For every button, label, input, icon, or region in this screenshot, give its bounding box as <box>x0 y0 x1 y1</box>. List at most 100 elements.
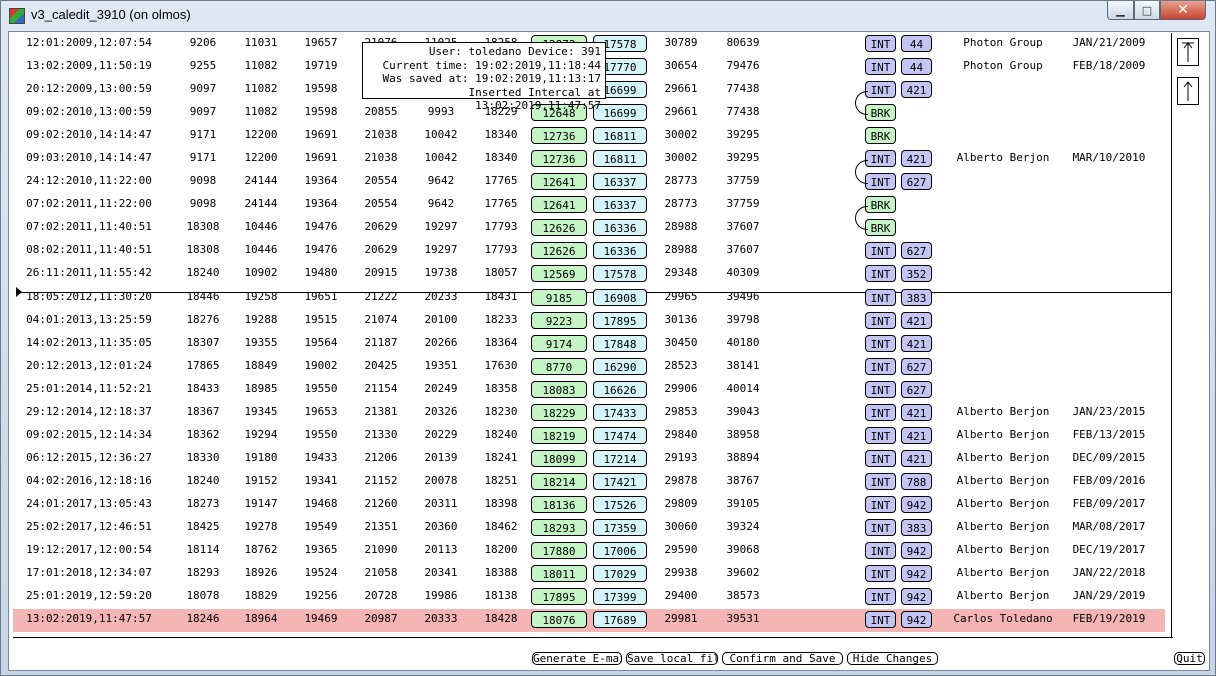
confirm-and-save-button[interactable]: Confirm and Save <box>722 652 843 665</box>
value-cyan-pill[interactable]: 16908 <box>593 289 647 306</box>
value-cyan-pill[interactable]: 17689 <box>593 611 647 628</box>
table-row[interactable]: 04:02:2016,12:18:16 18240 19152 19341 21152 2… <box>13 471 1165 494</box>
value-cyan-pill[interactable]: 16290 <box>593 358 647 375</box>
intercal-badge[interactable]: INT <box>865 35 896 52</box>
value-cyan-pill[interactable]: 17474 <box>593 427 647 444</box>
device-number-badge[interactable]: 383 <box>901 519 932 536</box>
value-cyan-pill[interactable]: 16337 <box>593 173 647 190</box>
intercal-badge[interactable]: INT <box>865 473 896 490</box>
break-badge[interactable]: BRK <box>865 127 896 144</box>
intercal-badge[interactable]: INT <box>865 519 896 536</box>
scroll-up-button[interactable] <box>1177 77 1199 105</box>
intercal-badge[interactable]: INT <box>865 542 896 559</box>
value-green-pill[interactable]: 12641 <box>531 173 587 190</box>
device-number-badge[interactable]: 942 <box>901 611 932 628</box>
table-row[interactable]: 17:01:2018,12:34:07 18293 18926 19524 21058 2… <box>13 563 1165 586</box>
value-cyan-pill[interactable]: 17359 <box>593 519 647 536</box>
value-cyan-pill[interactable]: 17006 <box>593 542 647 559</box>
table-row[interactable]: 18:05:2012,11:30:20 18446 19258 19651 21222 2… <box>13 287 1165 310</box>
table-row[interactable]: 07:02:2011,11:22:00 9098 24144 19364 20554 96… <box>13 194 1165 217</box>
value-green-pill[interactable]: 12626 <box>531 242 587 259</box>
device-number-badge[interactable]: 421 <box>901 335 932 352</box>
intercal-badge[interactable]: INT <box>865 81 896 98</box>
value-green-pill[interactable]: 18011 <box>531 565 587 582</box>
value-cyan-pill[interactable]: 17214 <box>593 450 647 467</box>
table-row[interactable]: 06:12:2015,12:36:27 18330 19180 19433 21206 2… <box>13 448 1165 471</box>
intercal-badge[interactable]: INT <box>865 358 896 375</box>
save-local-file-button[interactable]: Save local file <box>626 652 718 665</box>
break-badge[interactable]: BRK <box>865 196 896 213</box>
value-green-pill[interactable]: 12641 <box>531 196 587 213</box>
value-green-pill[interactable]: 18214 <box>531 473 587 490</box>
intercal-badge[interactable]: INT <box>865 150 896 167</box>
table-row[interactable]: 29:12:2014,12:18:37 18367 19345 19653 21381 2… <box>13 402 1165 425</box>
value-cyan-pill[interactable]: 16626 <box>593 381 647 398</box>
value-green-pill[interactable]: 8770 <box>531 358 587 375</box>
device-number-badge[interactable]: 421 <box>901 404 932 421</box>
device-number-badge[interactable]: 627 <box>901 173 932 190</box>
value-cyan-pill[interactable]: 17848 <box>593 335 647 352</box>
value-cyan-pill[interactable]: 17578 <box>593 265 647 282</box>
table-row[interactable]: 09:03:2010,14:14:47 9171 12200 19691 21038 10… <box>13 148 1165 171</box>
device-number-badge[interactable]: 942 <box>901 542 932 559</box>
device-number-badge[interactable]: 421 <box>901 150 932 167</box>
value-green-pill[interactable]: 18099 <box>531 450 587 467</box>
intercal-badge[interactable]: INT <box>865 173 896 190</box>
value-cyan-pill[interactable]: 16336 <box>593 242 647 259</box>
value-cyan-pill[interactable]: 16811 <box>593 127 647 144</box>
value-green-pill[interactable]: 17880 <box>531 542 587 559</box>
table-row[interactable]: 09:02:2015,12:14:34 18362 19294 19550 21330 2… <box>13 425 1165 448</box>
table-row[interactable]: 26:11:2011,11:55:42 18240 10902 19480 20915 1… <box>13 263 1165 286</box>
table-row[interactable]: 25:02:2017,12:46:51 18425 19278 19549 21351 2… <box>13 517 1165 540</box>
break-badge[interactable]: BRK <box>865 104 896 121</box>
value-cyan-pill[interactable]: 16811 <box>593 150 647 167</box>
device-number-badge[interactable]: 627 <box>901 381 932 398</box>
value-cyan-pill[interactable]: 17399 <box>593 588 647 605</box>
value-green-pill[interactable]: 18076 <box>531 611 587 628</box>
table-row[interactable]: 25:01:2019,12:59:20 18078 18829 19256 20728 1… <box>13 586 1165 609</box>
value-green-pill[interactable]: 9174 <box>531 335 587 352</box>
value-green-pill[interactable]: 18219 <box>531 427 587 444</box>
intercal-badge[interactable]: INT <box>865 404 896 421</box>
intercal-badge[interactable]: INT <box>865 496 896 513</box>
device-number-badge[interactable]: 44 <box>901 35 932 52</box>
table-row[interactable]: 07:02:2011,11:40:51 18308 10446 19476 20629 1… <box>13 217 1165 240</box>
intercal-badge[interactable]: INT <box>865 312 896 329</box>
scroll-to-top-button[interactable] <box>1177 38 1199 66</box>
device-number-badge[interactable]: 421 <box>901 427 932 444</box>
table-row[interactable]: 20:12:2013,12:01:24 17865 18849 19002 20425 1… <box>13 356 1165 379</box>
device-number-badge[interactable]: 421 <box>901 450 932 467</box>
value-green-pill[interactable]: 12626 <box>531 219 587 236</box>
value-green-pill[interactable]: 9185 <box>531 289 587 306</box>
quit-button[interactable]: Quit <box>1174 652 1205 665</box>
value-cyan-pill[interactable]: 16336 <box>593 219 647 236</box>
value-cyan-pill[interactable]: 16699 <box>593 104 647 121</box>
intercal-badge[interactable]: INT <box>865 427 896 444</box>
device-number-badge[interactable]: 627 <box>901 242 932 259</box>
intercal-badge[interactable]: INT <box>865 565 896 582</box>
intercal-badge[interactable]: INT <box>865 381 896 398</box>
value-cyan-pill[interactable]: 16337 <box>593 196 647 213</box>
generate-email-button[interactable]: Generate E-mail <box>532 652 622 665</box>
value-green-pill[interactable]: 18136 <box>531 496 587 513</box>
minimize-button[interactable]: ▁ <box>1107 1 1134 20</box>
value-cyan-pill[interactable]: 17421 <box>593 473 647 490</box>
device-number-badge[interactable]: 788 <box>901 473 932 490</box>
close-button[interactable]: ✕ <box>1160 1 1206 20</box>
device-number-badge[interactable]: 421 <box>901 312 932 329</box>
device-number-badge[interactable]: 942 <box>901 565 932 582</box>
maximize-button[interactable]: □ <box>1134 1 1160 20</box>
value-green-pill[interactable]: 18293 <box>531 519 587 536</box>
value-cyan-pill[interactable]: 17895 <box>593 312 647 329</box>
intercal-badge[interactable]: INT <box>865 58 896 75</box>
intercal-badge[interactable]: INT <box>865 450 896 467</box>
value-green-pill[interactable]: 17895 <box>531 588 587 605</box>
value-green-pill[interactable]: 9223 <box>531 312 587 329</box>
table-row[interactable]: 14:02:2013,11:35:05 18307 19355 19564 21187 2… <box>13 333 1165 356</box>
table-row[interactable]: 09:02:2010,14:14:47 9171 12200 19691 21038 10… <box>13 125 1165 148</box>
value-green-pill[interactable]: 12736 <box>531 150 587 167</box>
value-green-pill[interactable]: 12736 <box>531 127 587 144</box>
intercal-badge[interactable]: INT <box>865 289 896 306</box>
intercal-badge[interactable]: INT <box>865 265 896 282</box>
device-number-badge[interactable]: 942 <box>901 496 932 513</box>
